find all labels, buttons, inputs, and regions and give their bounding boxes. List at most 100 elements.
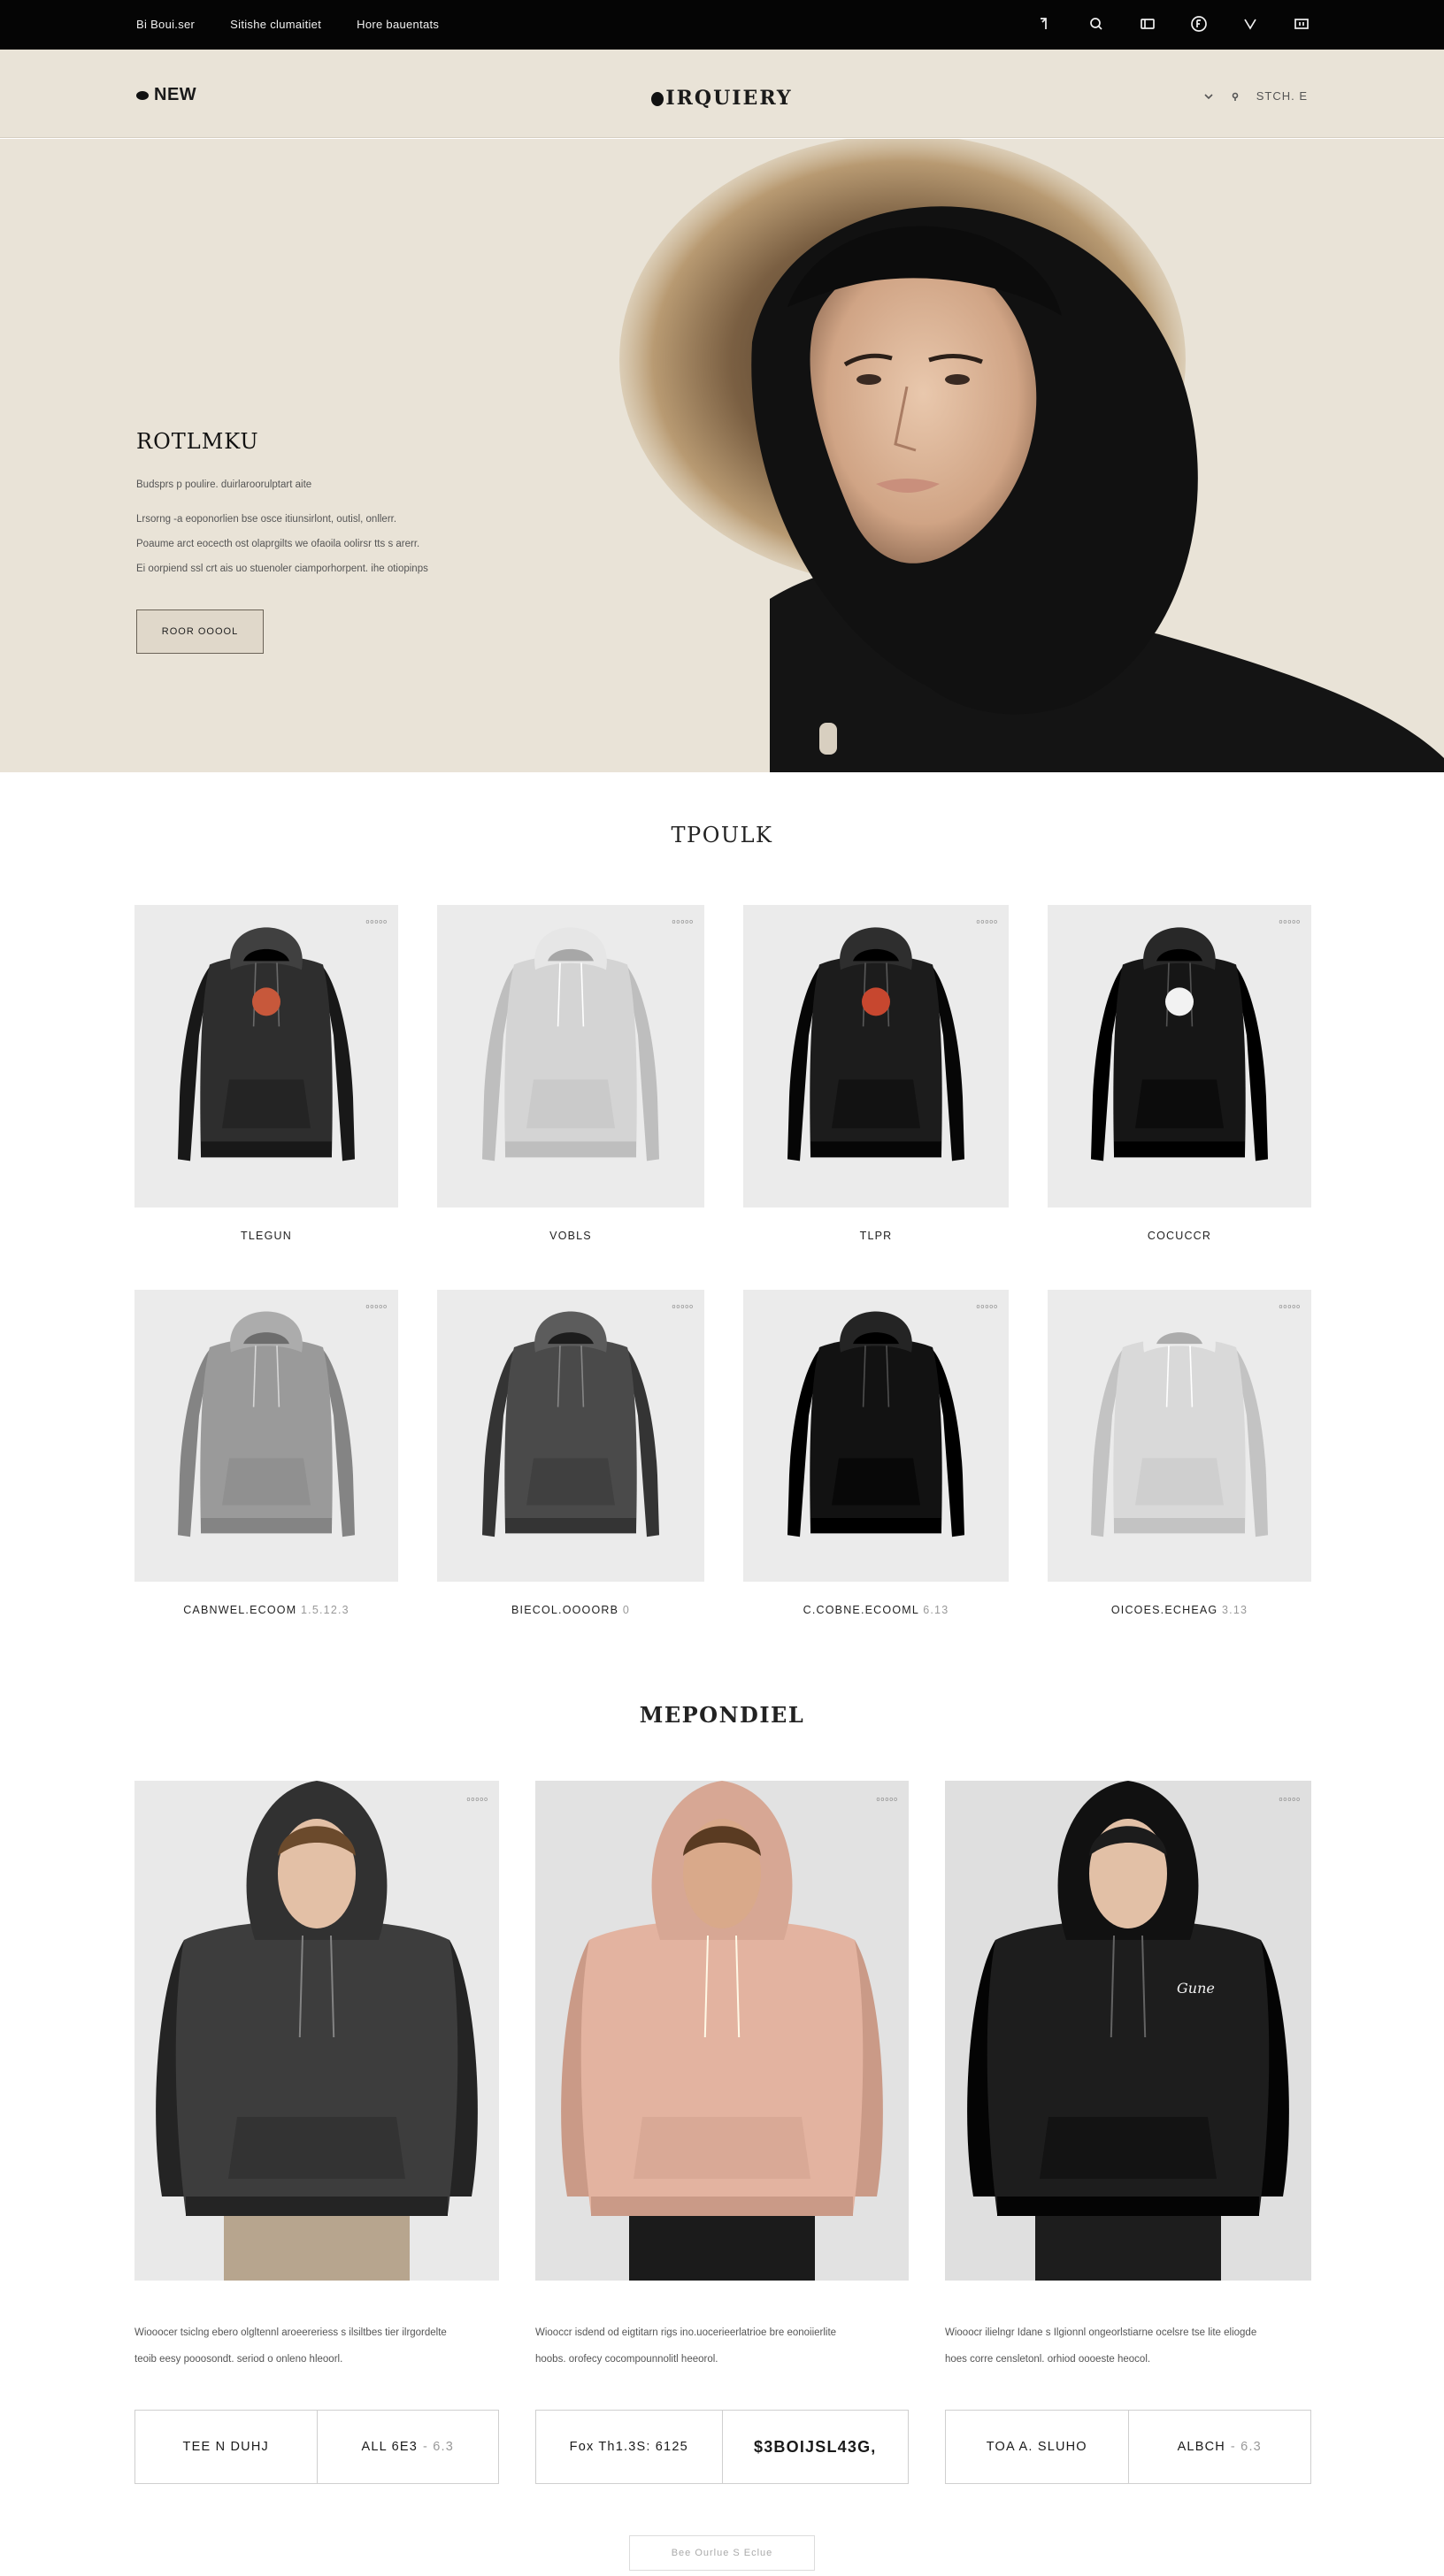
model-hoodie-image: Gune [945,1781,1311,2281]
hoodie-waistband [1114,1141,1245,1158]
option-button[interactable]: TOA A. SLUHO [946,2411,1128,2483]
hero-body-line: Lrsorng -a eoponorlien bse osce itiunsir… [136,514,397,525]
hero-body-line: Poaume arct eocecth ost olaprgilts we of… [136,539,420,549]
hero-copy: ROTLMKU Budsprs p poulire. duirlaroorulp… [136,429,508,587]
hoodie-pocket [832,1079,920,1129]
product-card[interactable]: ooooo [1048,1290,1311,1582]
products-section-title: TPOULK [671,823,773,847]
product-name[interactable]: OICOES.ECHEAG 3.13 [1048,1604,1311,1616]
product-name[interactable]: CABNWEL.ECOOM 1.5.12.3 [134,1604,398,1616]
product-card[interactable]: ooooo [134,1290,398,1582]
featured-description: Wiooocer tsiclng ebero olgltennl aroeere… [134,2327,447,2365]
product-card[interactable]: ooooo [134,905,398,1208]
hoodie-pocket [222,1079,311,1129]
product-name[interactable]: VOBLS [437,1230,704,1242]
chest-logo-icon [1165,987,1194,1016]
price-button[interactable]: $3BOIJSL43G, [721,2411,909,2483]
product-card[interactable]: ooooo [743,1290,1009,1582]
product-name[interactable]: TLEGUN [134,1230,398,1242]
utility-link[interactable]: Sitishe clumaitiet [230,18,321,31]
model-waistband [591,2196,853,2216]
hoodie-image [787,927,964,1162]
featured-section-title: MEPONDIEL [639,1702,805,1728]
hero-title: ROTLMKU [136,429,259,454]
price-button[interactable]: ALL 6E3- 6.3 [316,2411,499,2483]
model-waistband [186,2196,448,2216]
hoodie-image [482,927,659,1162]
hero-banner: ROTLMKU Budsprs p poulire. duirlaroorulp… [0,139,1444,772]
logo-mark-icon [651,92,664,106]
product-card[interactable]: ooooo [743,905,1009,1208]
hoodie-image [787,1311,964,1537]
product-name[interactable]: C.COBNE.ECOOML 6.13 [743,1604,1009,1616]
featured-tag: ooooo [1279,1797,1301,1803]
hero-cta-button[interactable]: ROOR OOOOL [136,610,264,654]
chest-logo-icon [252,987,280,1016]
featured-card-image[interactable]: ooooo [535,1781,909,2281]
user-icon[interactable] [1035,14,1055,34]
utility-link[interactable]: Hore bauentats [357,18,439,31]
hero-body: Lrsorng -a eoponorlien bse osce itiunsir… [136,513,508,576]
logo-text: IRQUIERY [665,87,793,110]
model-hoodie-image [535,1781,909,2281]
product-card[interactable]: ooooo [437,1290,704,1582]
hoodie-waistband [505,1141,636,1158]
hero-body-line: Ei oorpiend ssl crt ais uo stuenoler cia… [136,564,428,574]
hoodie-image [178,1311,355,1537]
featured-card-image[interactable]: Gune ooooo [945,1781,1311,2281]
hoodie-waistband [810,1141,941,1158]
featured-options: TEE N DUHJ ALL 6E3- 6.3 [134,2410,499,2484]
utility-link[interactable]: Bi Boui.ser [136,18,195,31]
product-name[interactable]: BIECOL.OOOORB 0 [437,1604,704,1616]
search-icon[interactable] [1087,14,1106,34]
hoodie-waistband [505,1517,636,1534]
hero-model-image [619,139,1444,772]
bag-icon[interactable] [1292,14,1311,34]
utility-icons [1035,14,1311,34]
featured-tag: ooooo [466,1797,488,1803]
model-hoodie-image [134,1781,499,2281]
hoodie-waistband [201,1141,332,1158]
hoodie-pocket [832,1458,920,1506]
hoodie-waistband [1114,1517,1245,1534]
hoodie-waistband [810,1517,941,1534]
hoodie-image [178,927,355,1162]
featured-card-image[interactable]: ooooo [134,1781,499,2281]
hoodie-image [1091,927,1268,1162]
heart-icon[interactable] [1240,14,1260,34]
featured-description: Wiooocr ilielngr Idane s Ilgionnl ongeor… [945,2327,1257,2365]
chevron-down-icon[interactable] [1203,91,1214,102]
hoodie-pocket [222,1458,311,1506]
site-header: NEW IRQUIERY STCH. E [0,50,1444,138]
hoodie-image [482,1311,659,1537]
load-more-button[interactable]: Bee Ourlue S Eclue [629,2535,815,2571]
store-link[interactable]: STCH. E [1256,89,1308,103]
hoodie-pocket [1135,1079,1224,1129]
model-pocket [634,2117,810,2179]
product-name[interactable]: COCUCCR [1048,1230,1311,1242]
product-card[interactable]: ooooo [437,905,704,1208]
cart-icon[interactable] [1138,14,1157,34]
model-pocket [1040,2117,1217,2179]
hero-subtitle: Budsprs p poulire. duirlaroorulptart ait… [136,479,312,490]
account-circle-icon[interactable] [1189,14,1209,34]
featured-description: Wiooccr isdend od eigtitarn rigs ino.uoc… [535,2327,837,2365]
utility-links: Bi Boui.ser Sitishe clumaitiet Hore baue… [136,18,439,31]
hoodie-pocket [1135,1458,1224,1506]
header-right-controls: STCH. E [1203,89,1308,103]
option-button[interactable]: Fox Th1.3S: 6125 [536,2411,722,2483]
featured-options: Fox Th1.3S: 6125 $3BOIJSL43G, [535,2410,909,2484]
hoodie-image [1091,1311,1268,1537]
option-button[interactable]: TEE N DUHJ [135,2411,317,2483]
chest-print: Gune [1177,1980,1215,1997]
hoodie-pocket [526,1079,615,1129]
product-card[interactable]: ooooo [1048,905,1311,1208]
model-pocket [228,2117,405,2179]
price-button[interactable]: ALBCH - 6.3 [1127,2411,1311,2483]
product-name[interactable]: TLPR [743,1230,1009,1242]
chest-logo-icon [862,987,890,1016]
featured-tag: ooooo [876,1797,898,1803]
hoodie-waistband [201,1517,332,1534]
pin-icon[interactable] [1230,91,1240,102]
featured-options: TOA A. SLUHO ALBCH - 6.3 [945,2410,1311,2484]
